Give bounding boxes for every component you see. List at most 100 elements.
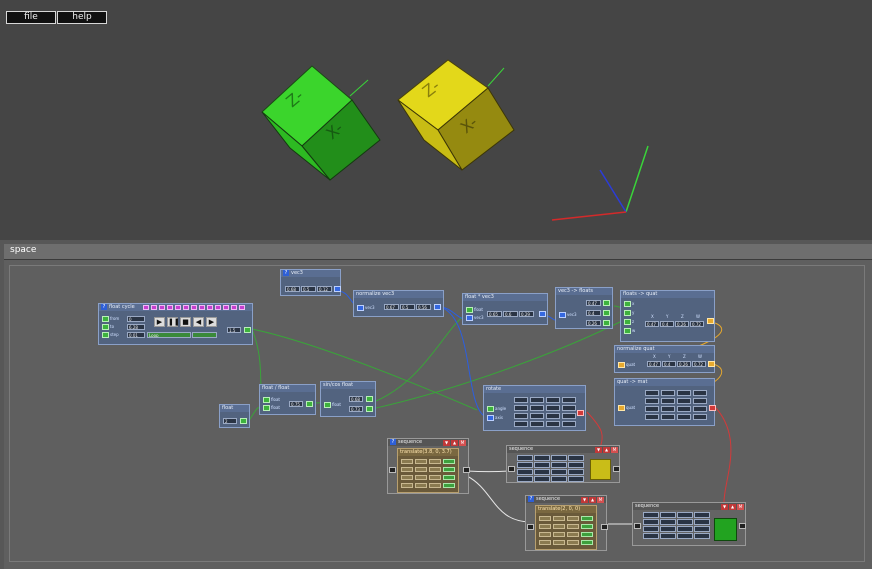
qm-in-port[interactable] [618,405,625,411]
normalize-out-port[interactable] [434,304,441,310]
cycle-toggle[interactable] [239,305,245,310]
matrix-cell[interactable] [443,467,455,472]
cos-out-port[interactable] [366,406,373,412]
sincos-node[interactable]: sin/cos float float 0.68 0.73 [320,381,376,417]
step-back-button[interactable]: ◀ [193,317,204,327]
seq-g-in-port[interactable] [634,523,641,529]
fv-z-field[interactable]: 0.29 [519,311,534,317]
split-x-out[interactable] [603,300,610,306]
split-z-field[interactable]: 0.26 [586,320,601,326]
sequence-node-green[interactable]: sequence ▼ ▲ M [632,502,746,546]
pause-button[interactable]: ❚❚ [167,317,180,327]
fv-out-port[interactable] [539,311,546,317]
normalize-y-field[interactable]: 0.5 [400,304,415,310]
nq-x-field[interactable]: 0.47 [647,361,661,367]
quat-in-z[interactable] [624,319,631,325]
step-in-port[interactable] [102,332,109,338]
help-icon[interactable]: ? [390,439,396,445]
matrix-cell[interactable] [581,540,593,545]
expand-button[interactable]: ▲ [603,447,610,453]
matrix-cell[interactable] [443,475,455,480]
sin-out-port[interactable] [366,396,373,402]
matrix-cell[interactable] [581,524,593,529]
seq-y-out-port[interactable] [613,466,620,472]
cycle-toggle[interactable] [191,305,197,310]
menu-button[interactable]: M [597,497,604,503]
expand-button[interactable]: ▲ [729,504,736,510]
seq-g-out-port[interactable] [739,523,746,529]
div-in-b[interactable] [263,405,270,411]
menu-button[interactable]: M [459,440,466,446]
to-field[interactable]: 6.28 [127,324,145,330]
cycle-toggle[interactable] [159,305,165,310]
menu-button[interactable]: M [611,447,618,453]
nq-z-field[interactable]: 0.26 [677,361,691,367]
split-x-field[interactable]: 0.47 [586,300,601,306]
help-icon[interactable]: ? [101,304,107,310]
step-field[interactable]: 0.01 [127,332,145,338]
div-out-port[interactable] [306,401,313,407]
sincos-in-port[interactable] [324,402,331,408]
nq-y-field[interactable]: 0.4 [662,361,676,367]
float-in-port[interactable] [466,307,473,313]
seq1-in-port[interactable] [389,467,396,473]
cycle-toggle[interactable] [199,305,205,310]
file-menu[interactable]: file [6,11,56,24]
quat-in-y[interactable] [624,310,631,316]
normalize-in-port[interactable] [357,305,364,311]
vec3-out-port[interactable] [334,286,341,292]
sin-field[interactable]: 0.68 [349,396,363,402]
cycle-out-field[interactable]: 1.5 [227,327,241,333]
cycle-toggle[interactable] [215,305,221,310]
collapse-button[interactable]: ▼ [443,440,450,446]
split-in-port[interactable] [559,312,566,318]
float-times-vec3-node[interactable]: float * vec3 float vec3 0.65 0.6 0.29 [462,293,548,325]
collapse-button[interactable]: ▼ [721,504,728,510]
cycle-out-port[interactable] [244,327,251,333]
fv-y-field[interactable]: 0.6 [503,311,518,317]
vec3-y-field[interactable]: 0.5 [301,286,316,292]
rotate-out-port[interactable] [577,410,584,416]
matrix-cell[interactable] [581,532,593,537]
help-menu[interactable]: help [57,11,107,24]
cycle-toggle[interactable] [151,305,157,310]
matrix-cell[interactable] [443,483,455,488]
vec3-x-field[interactable]: 0.68 [285,286,300,292]
float-div-node[interactable]: float / float float float 0.75 [259,384,316,415]
split-z-out[interactable] [603,320,610,326]
div-in-a[interactable] [263,397,270,403]
sequence-node-2[interactable]: ? sequence ▼ ▲ M translate(2, 0, 0) [525,495,608,551]
expand-button[interactable]: ▲ [451,440,458,446]
step-forward-button[interactable]: ▶ [206,317,217,327]
float-constant-node[interactable]: float 2 [219,404,250,428]
float-cycle-node[interactable]: ? float cycle from to step 0 6.28 0.01 ▶ … [98,303,253,345]
quat-to-mat-node[interactable]: quat -> mat quat [614,378,716,426]
fv-x-field[interactable]: 0.65 [487,311,502,317]
collapse-button[interactable]: ▼ [595,447,602,453]
cycle-toggle[interactable] [167,305,173,310]
axis-in-port[interactable] [487,415,494,421]
expand-button[interactable]: ▲ [589,497,596,503]
normalize-z-field[interactable]: 0.56 [416,304,431,310]
cycle-toggle[interactable] [207,305,213,310]
float-constant-field[interactable]: 2 [223,418,237,424]
quat-out-port[interactable] [707,318,714,324]
rotate-node[interactable]: rotate angle axis [483,385,586,431]
nq-w-field[interactable]: 0.72 [692,361,706,367]
from-in-port[interactable] [102,316,109,322]
matrix-cell[interactable] [443,459,455,464]
play-button[interactable]: ▶ [154,317,165,327]
to-in-port[interactable] [102,324,109,330]
collapse-button[interactable]: ▼ [581,497,588,503]
sequence-node-1[interactable]: ? sequence ▼ ▲ M translate(3.8, 0, 3.7) [387,438,470,494]
sequence-node-yellow[interactable]: sequence ▼ ▲ M [506,445,620,483]
seq2-in-port[interactable] [527,524,534,530]
cycle-toggle[interactable] [183,305,189,310]
split-y-out[interactable] [603,310,610,316]
angle-in-port[interactable] [487,406,494,412]
cycle-toggle[interactable] [175,305,181,310]
help-icon[interactable]: ? [528,496,534,502]
cycle-toggle[interactable] [143,305,149,310]
quat-w-field[interactable]: 0.72 [690,321,704,327]
cos-field[interactable]: 0.73 [349,406,363,412]
